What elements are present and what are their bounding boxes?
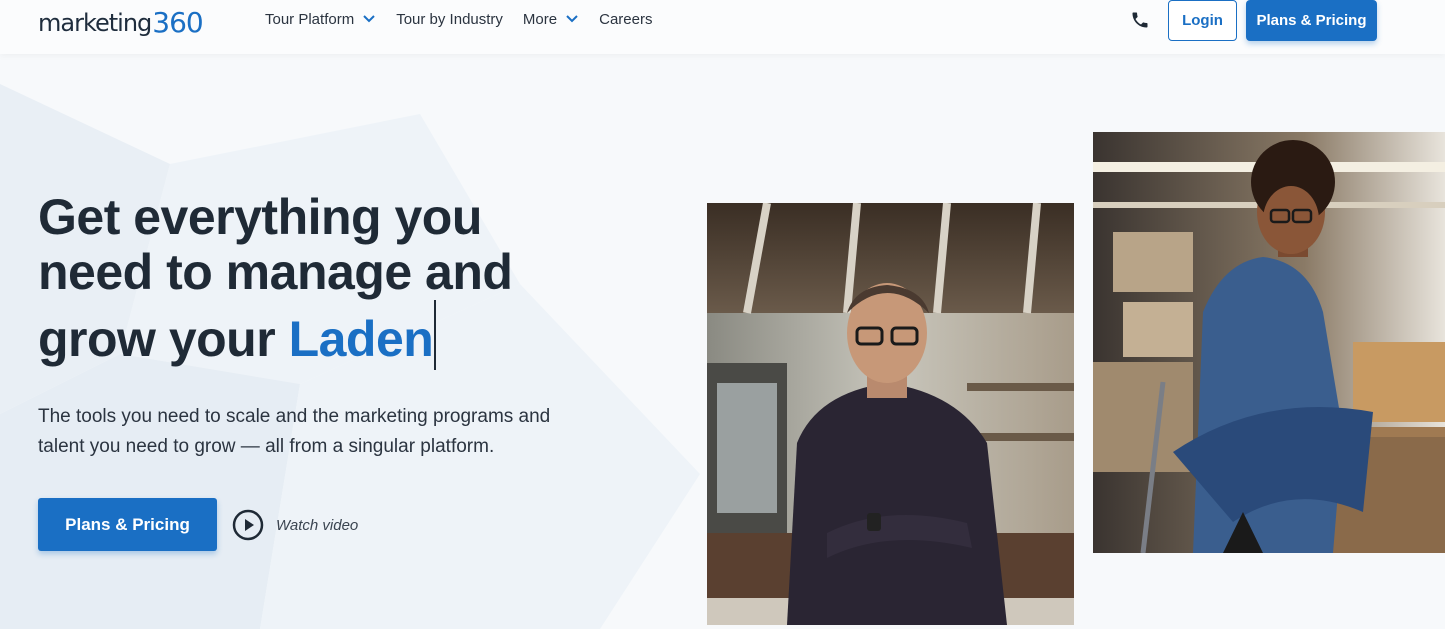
phone-icon[interactable] (1130, 10, 1150, 30)
hero-subtitle-line-2: talent you need to grow — all from a sin… (38, 436, 495, 457)
nav-tour-by-industry[interactable]: Tour by Industry (396, 11, 503, 28)
hero-title-accent-word: Laden (288, 311, 434, 367)
main-nav: Tour Platform Tour by Industry More Care… (265, 8, 652, 30)
play-icon (232, 509, 264, 541)
nav-more[interactable]: More (523, 11, 579, 28)
hero-subtitle: The tools you need to scale and the mark… (38, 402, 558, 462)
logo-word: marketing (38, 9, 152, 37)
watch-video-link[interactable]: Watch video (232, 509, 358, 541)
hero-photo-woman (1093, 132, 1445, 553)
nav-tour-platform[interactable]: Tour Platform (265, 11, 376, 28)
marketing360-logo[interactable]: marketing 360 (38, 4, 204, 39)
chevron-down-icon (566, 15, 578, 23)
hero-title-line-3: grow your (38, 311, 289, 367)
typing-caret (434, 300, 437, 370)
logo-number: 360 (152, 6, 203, 39)
nav-careers-label: Careers (599, 10, 653, 28)
nav-careers[interactable]: Careers (599, 11, 652, 28)
hero-title: Get everything you need to manage and gr… (38, 190, 598, 370)
plans-pricing-header-button[interactable]: Plans & Pricing (1246, 0, 1377, 41)
nav-tour-by-industry-label: Tour by Industry (396, 10, 503, 28)
hero-title-line-1: Get everything you (38, 189, 482, 245)
watch-video-label: Watch video (276, 516, 359, 534)
chevron-down-icon (363, 15, 375, 23)
nav-tour-platform-label: Tour Platform (265, 10, 355, 28)
hero-title-line-2: need to manage and (38, 244, 513, 300)
hero-subtitle-line-1: The tools you need to scale and the mark… (38, 406, 551, 427)
nav-more-label: More (522, 10, 558, 28)
login-button[interactable]: Login (1168, 0, 1237, 41)
hero-photo-man (707, 203, 1074, 625)
site-header: marketing 360 Tour Platform Tour by Indu… (0, 0, 1445, 54)
plans-pricing-hero-button[interactable]: Plans & Pricing (38, 498, 217, 551)
